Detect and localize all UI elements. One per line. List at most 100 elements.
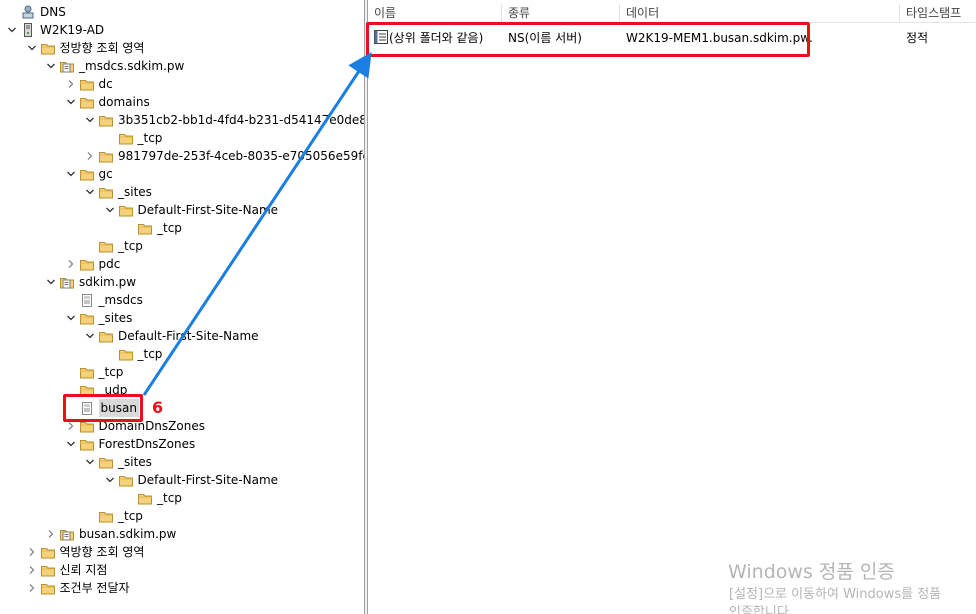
tree-node[interactable]: _tcp (82, 507, 143, 525)
chevron-down-icon[interactable] (43, 273, 59, 291)
tree-node-label: pdc (98, 257, 121, 271)
folder-icon (79, 94, 95, 110)
tree-node[interactable]: _sites (63, 309, 133, 327)
tree-node[interactable]: 981797de-253f-4ceb-8035-e705056e59fe (82, 147, 364, 165)
chevron-down-icon[interactable] (82, 183, 98, 201)
tree-node-label: ForestDnsZones (98, 437, 196, 451)
chevron-down-icon[interactable] (82, 327, 98, 345)
record-highlight-box (366, 22, 810, 57)
console-tree: DNS W2K19-AD 정방향 조회 영역 _msdcs.sdkim.pwdc dom… (0, 0, 364, 614)
tree-node[interactable]: Default-First-Site-Name (102, 471, 279, 489)
chevron-down-icon[interactable] (82, 111, 98, 129)
chevron-right-icon[interactable] (43, 525, 59, 543)
folder-icon (118, 130, 134, 146)
chevron-right-icon[interactable] (24, 561, 40, 579)
tree-node-label: _tcp (157, 491, 182, 505)
tree-node-label: domains (98, 95, 150, 109)
tree-node-label: _sites (118, 185, 152, 199)
zone-icon (59, 526, 75, 542)
tree-node[interactable]: busan.sdkim.pw (43, 525, 176, 543)
tree-node[interactable]: _tcp (102, 129, 162, 147)
tree-node[interactable]: sdkim.pw (43, 273, 136, 291)
column-header-timestamp[interactable]: 타임스탬프 (900, 4, 976, 22)
tree-node-label: _tcp (98, 365, 124, 379)
chevron-right-icon[interactable] (24, 579, 40, 597)
chevron-down-icon[interactable] (63, 435, 79, 453)
folder-icon (98, 508, 114, 524)
chevron-down-icon[interactable] (24, 39, 40, 57)
tree-node[interactable]: 역방향 조회 영역 (24, 543, 145, 561)
tree-node[interactable]: gc (63, 165, 113, 183)
tree-node-label: 신뢰 지점 (59, 563, 108, 577)
tree-node[interactable]: _sites (82, 183, 152, 201)
tree-node-label: 역방향 조회 영역 (59, 545, 145, 559)
column-header-type[interactable]: 종류 (502, 4, 620, 22)
tree-node[interactable]: _tcp (121, 219, 182, 237)
chevron-right-icon[interactable] (63, 255, 79, 273)
tree-node-label: dc (98, 77, 113, 91)
tree-node[interactable]: _msdcs (63, 291, 143, 309)
tree-node-label: Default-First-Site-Name (137, 203, 279, 217)
tree-node-label: sdkim.pw (79, 275, 137, 289)
tree-node-label: _msdcs (98, 293, 143, 307)
tree-node-label: Default-First-Site-Name (118, 329, 259, 343)
column-header-data[interactable]: 데이터 (620, 4, 900, 22)
folder-icon (98, 454, 114, 470)
folder-icon (98, 238, 114, 254)
chevron-right-icon[interactable] (63, 75, 79, 93)
tree-node-label: 정방향 조회 영역 (59, 41, 145, 55)
chevron-down-icon[interactable] (63, 309, 79, 327)
tree-node[interactable]: pdc (63, 255, 121, 273)
folder-icon (40, 580, 56, 596)
activation-watermark-line2: 인증합니다. (729, 605, 793, 614)
chevron-down-icon[interactable] (63, 165, 79, 183)
chevron-down-icon[interactable] (63, 93, 79, 111)
tree-node[interactable]: DNS (4, 3, 66, 21)
tree-node-label: _tcp (157, 221, 182, 235)
tree-node-label: _tcp (118, 239, 143, 253)
activation-watermark-title: Windows 정품 인증 (728, 561, 895, 583)
tree-node[interactable]: Default-First-Site-Name (82, 327, 259, 345)
tree-node-label: W2K19-AD (40, 23, 105, 37)
folder-icon (79, 310, 95, 326)
tree-node[interactable]: _msdcs.sdkim.pw (43, 57, 184, 75)
chevron-right-icon[interactable] (82, 147, 98, 165)
tree-node[interactable]: W2K19-AD (4, 21, 104, 39)
tree-node[interactable]: domains (63, 93, 150, 111)
chevron-right-icon[interactable] (24, 543, 40, 561)
tree-node[interactable]: 정방향 조회 영역 (24, 39, 145, 57)
tree-node[interactable]: 신뢰 지점 (24, 561, 108, 579)
tree-node-label: 3b351cb2-bb1d-4fd4-b231-d54147e0de8f (118, 113, 364, 127)
tree-node[interactable]: _tcp (102, 345, 162, 363)
tree-node[interactable]: ForestDnsZones (63, 435, 196, 453)
delegated-zone-icon (79, 292, 95, 308)
tree-node-label: _sites (98, 311, 133, 325)
chevron-down-icon[interactable] (82, 453, 98, 471)
tree-node[interactable]: Default-First-Site-Name (102, 201, 279, 219)
folder-icon (40, 562, 56, 578)
folder-icon (137, 220, 153, 236)
tree-node[interactable]: _tcp (121, 489, 182, 507)
tree-node[interactable]: dc (63, 75, 113, 93)
chevron-down-icon[interactable] (102, 471, 118, 489)
folder-icon (118, 472, 134, 488)
chevron-down-icon[interactable] (4, 21, 20, 39)
tree-node[interactable]: 3b351cb2-bb1d-4fd4-b231-d54147e0de8f (82, 111, 364, 129)
folder-icon (79, 166, 95, 182)
zone-icon (59, 58, 75, 74)
folder-icon (40, 40, 56, 56)
tree-node[interactable]: _tcp (82, 237, 143, 255)
chevron-down-icon[interactable] (43, 57, 59, 75)
tree-node[interactable]: _tcp (63, 363, 124, 381)
column-header-name[interactable]: 이름 (368, 4, 502, 22)
chevron-down-icon[interactable] (102, 201, 118, 219)
folder-icon (79, 436, 95, 452)
folder-icon (118, 202, 134, 218)
tree-node-label: Default-First-Site-Name (137, 473, 279, 487)
tree-node[interactable]: 조건부 전달자 (24, 579, 130, 597)
tree-node[interactable]: _sites (82, 453, 152, 471)
